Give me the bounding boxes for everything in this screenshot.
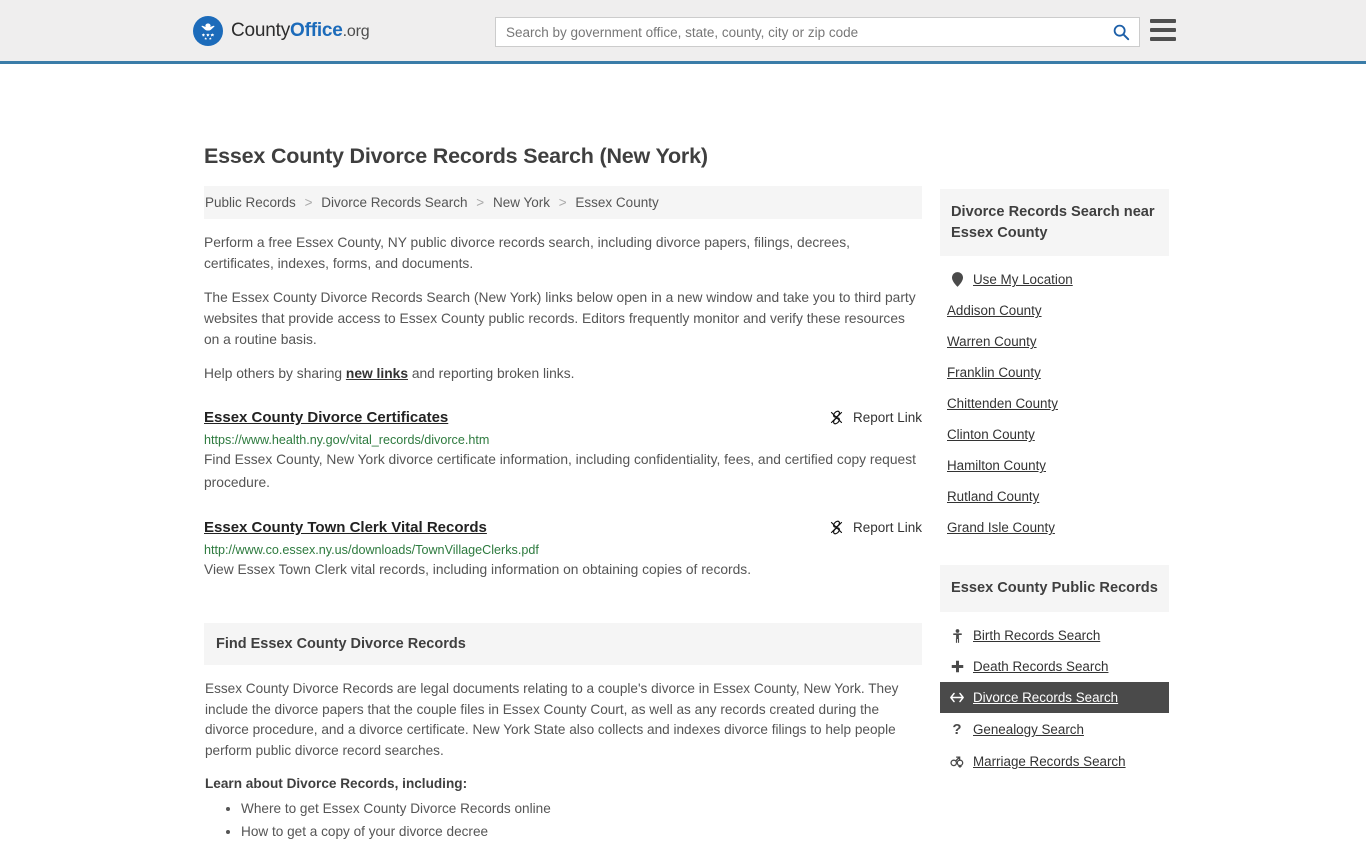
hamburger-bar-2	[1150, 28, 1176, 32]
sidebar-item-label: Death Records Search	[973, 659, 1109, 675]
breadcrumb-separator: >	[558, 195, 567, 210]
report-link-button[interactable]: Report Link	[829, 409, 922, 425]
share-text-after: and reporting broken links.	[408, 365, 575, 381]
report-link-label: Report Link	[852, 519, 922, 535]
broken-link-icon	[830, 520, 843, 535]
sidebar-item-label: Chittenden County	[947, 396, 1058, 412]
sidebar-item-use-my-location[interactable]: Use My Location	[940, 264, 1169, 295]
result-item: Essex County Town Clerk Vital Records Re…	[204, 519, 922, 581]
breadcrumb-item-new-york[interactable]: New York	[493, 195, 550, 210]
sidebar-item-label: Clinton County	[947, 427, 1035, 443]
breadcrumb-item-public-records[interactable]: Public Records	[205, 195, 296, 210]
sidebar-item-marriage-records-search[interactable]: Marriage Records Search	[940, 746, 1169, 777]
main-content: Essex County Divorce Records Search (New…	[204, 144, 922, 844]
sidebar-item-genealogy-search[interactable]: ? Genealogy Search	[940, 713, 1169, 746]
breadcrumb-separator: >	[476, 195, 485, 210]
brand-part-2: Office	[290, 19, 343, 41]
result-title-link[interactable]: Essex County Divorce Certificates	[204, 409, 448, 426]
sidebar-item-label: Use My Location	[973, 272, 1073, 288]
result-url: http://www.co.essex.ny.us/downloads/Town…	[204, 542, 539, 557]
sidebar-item-label: Marriage Records Search	[973, 754, 1126, 770]
sidebar-item-divorce-records-search[interactable]: Divorce Records Search	[940, 682, 1169, 714]
public-records-heading: Essex County Public Records	[940, 565, 1169, 613]
intro-paragraph-2: The Essex County Divorce Records Search …	[204, 289, 916, 347]
find-section-heading: Find Essex County Divorce Records	[204, 623, 922, 666]
sidebar-item-label: Birth Records Search	[973, 628, 1101, 644]
question-mark-icon: ?	[952, 721, 962, 739]
hamburger-menu-icon[interactable]	[1150, 19, 1176, 41]
find-section-paragraph: Essex County Divorce Records are legal d…	[205, 681, 899, 759]
new-links-link[interactable]: new links	[346, 366, 408, 381]
sidebar-item-grand-isle-county[interactable]: Grand Isle County	[940, 512, 1169, 543]
list-item: How to get a copy of your divorce decree	[241, 820, 921, 843]
result-description: View Essex Town Clerk vital records, inc…	[204, 561, 752, 577]
sidebar-item-birth-records-search[interactable]: Birth Records Search	[940, 620, 1169, 651]
report-link-label: Report Link	[852, 409, 922, 425]
hamburger-bar-3	[1150, 37, 1176, 41]
brand-part-3: .org	[342, 22, 370, 40]
sidebar-item-label: Grand Isle County	[947, 520, 1055, 536]
sidebar-item-death-records-search[interactable]: Death Records Search	[940, 651, 1169, 682]
find-section-body: Essex County Divorce Records are legal d…	[204, 665, 922, 843]
hamburger-bar-1	[1150, 19, 1176, 23]
baby-icon	[950, 628, 964, 643]
sidebar-item-addison-county[interactable]: Addison County	[940, 295, 1169, 326]
sidebar-item-label: Warren County	[947, 334, 1037, 350]
result-url: https://www.health.ny.gov/vital_records/…	[204, 432, 490, 447]
sidebar-item-chittenden-county[interactable]: Chittenden County	[940, 388, 1169, 419]
share-text-before: Help others by sharing	[204, 365, 346, 381]
breadcrumb: Public Records > Divorce Records Search …	[204, 186, 922, 219]
site-header: CountyOffice.org	[0, 0, 1366, 64]
result-header: Essex County Divorce Certificates Report…	[204, 409, 922, 426]
report-link-button[interactable]: Report Link	[829, 519, 922, 535]
learn-about-heading: Learn about Divorce Records, including:	[205, 775, 468, 791]
sidebar-item-hamilton-county[interactable]: Hamilton County	[940, 450, 1169, 481]
breadcrumb-item-divorce-records-search[interactable]: Divorce Records Search	[321, 195, 467, 210]
sidebar-item-label: Rutland County	[947, 489, 1040, 505]
public-records-panel: Essex County Public Records Birth Record…	[940, 565, 1169, 777]
brand-logo-link[interactable]: CountyOffice.org	[192, 15, 370, 47]
sidebar-item-label: Genealogy Search	[973, 722, 1084, 738]
breadcrumb-item-essex-county: Essex County	[575, 195, 659, 210]
left-right-arrow-icon	[950, 692, 964, 703]
brand-name: CountyOffice.org	[231, 19, 370, 42]
result-title-link[interactable]: Essex County Town Clerk Vital Records	[204, 519, 487, 536]
page-title: Essex County Divorce Records Search (New…	[204, 144, 708, 168]
cross-icon	[950, 660, 964, 673]
sidebar-item-label: Hamilton County	[947, 458, 1046, 474]
sidebar-item-warren-county[interactable]: Warren County	[940, 326, 1169, 357]
learn-about-list: Where to get Essex County Divorce Record…	[205, 797, 921, 844]
sidebar: Divorce Records Search near Essex County…	[940, 189, 1169, 785]
result-description: Find Essex County, New York divorce cert…	[204, 451, 916, 491]
result-item: Essex County Divorce Certificates Report…	[204, 409, 922, 495]
broken-link-icon	[830, 410, 843, 425]
search-bar	[495, 17, 1140, 47]
sidebar-item-label: Divorce Records Search	[973, 690, 1119, 706]
intro-paragraph-1: Perform a free Essex County, NY public d…	[204, 235, 850, 271]
sidebar-item-label: Franklin County	[947, 365, 1041, 381]
list-item: Where to get Essex County Divorce Record…	[241, 797, 921, 820]
sidebar-item-franklin-county[interactable]: Franklin County	[940, 357, 1169, 388]
sidebar-item-label: Addison County	[947, 303, 1042, 319]
male-female-icon	[950, 755, 964, 769]
nearby-counties-panel: Divorce Records Search near Essex County…	[940, 189, 1169, 543]
breadcrumb-separator: >	[304, 195, 313, 210]
public-records-list: Birth Records Search Death Records Searc…	[940, 612, 1169, 777]
search-button[interactable]	[1103, 18, 1139, 46]
eagle-seal-logo-icon	[193, 15, 223, 46]
nearby-counties-heading: Divorce Records Search near Essex County	[940, 189, 1169, 257]
sidebar-item-rutland-county[interactable]: Rutland County	[940, 481, 1169, 512]
map-pin-icon	[950, 272, 964, 288]
intro-paragraph-3: Help others by sharing new links and rep…	[204, 364, 922, 385]
sidebar-item-clinton-county[interactable]: Clinton County	[940, 419, 1169, 450]
nearby-counties-list: Use My Location Addison County Warren Co…	[940, 256, 1169, 543]
brand-part-1: County	[231, 19, 291, 41]
search-input[interactable]	[496, 18, 1103, 46]
page-body: Essex County Divorce Records Search (New…	[0, 64, 1366, 839]
result-header: Essex County Town Clerk Vital Records Re…	[204, 519, 922, 536]
search-icon	[1113, 24, 1130, 41]
